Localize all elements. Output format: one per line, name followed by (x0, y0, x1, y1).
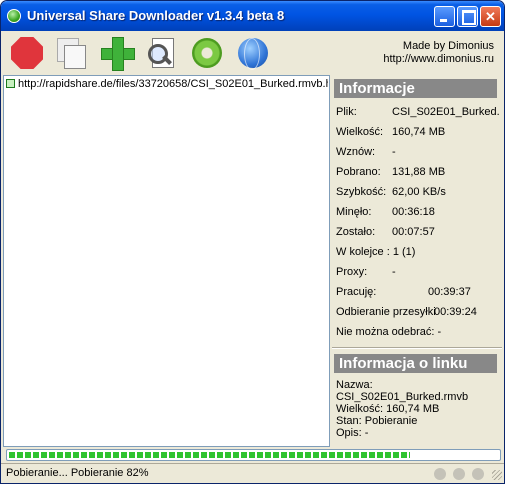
download-row[interactable]: http://rapidshare.de/files/33720658/CSI_… (6, 77, 328, 91)
app-icon[interactable] (7, 9, 21, 23)
maximize-icon (462, 10, 476, 25)
maximize-button[interactable] (457, 6, 478, 27)
document-search-button[interactable] (146, 36, 180, 70)
divider-highlight (332, 348, 502, 349)
credits-url[interactable]: http://www.dimonius.ru (383, 53, 494, 66)
download-status-icon (6, 79, 15, 88)
network-icon[interactable] (453, 468, 465, 480)
link-name-label: Nazwa: (336, 379, 373, 391)
info-value-receiving: 00:39:24 (434, 306, 477, 318)
download-url: http://rapidshare.de/files/33720658/CSI_… (18, 78, 328, 90)
toolbar: Made by Dimonius http://www.dimonius.ru (1, 32, 504, 74)
info-panel: Informacje Plik: CSI_S02E01_Burked. Wiel… (332, 75, 502, 447)
copy-button[interactable] (55, 36, 89, 70)
minimize-icon (440, 19, 447, 22)
settings-button[interactable] (190, 36, 224, 70)
download-list[interactable]: http://rapidshare.de/files/33720658/CSI_… (3, 75, 330, 447)
info-label-size: Wielkość: (336, 126, 384, 138)
info-label-receiving: Odbieranie przesyłki (336, 306, 436, 318)
info-value-downloaded: 131,88 MB (392, 166, 446, 178)
info-label-remaining: Zostało: (336, 226, 376, 238)
close-button[interactable]: ✕ (480, 6, 501, 27)
app-window: Universal Share Downloader v1.3.4 beta 8… (0, 0, 505, 484)
info-value-resume: - (392, 146, 396, 158)
credits: Made by Dimonius http://www.dimonius.ru (383, 40, 494, 66)
copy-icon-front (64, 45, 86, 69)
add-button[interactable] (100, 36, 135, 71)
tools-icon[interactable] (434, 468, 446, 480)
info-label-resume: Wznów: (336, 146, 376, 158)
info-value-proxy: - (392, 266, 396, 278)
link-description: Opis: - (336, 427, 369, 439)
globe-meridian (244, 38, 260, 70)
window-title: Universal Share Downloader v1.3.4 beta 8 (27, 8, 285, 23)
settings-gear-icon (192, 38, 222, 68)
download-progress-bar (6, 449, 501, 461)
stop-button[interactable] (10, 36, 44, 70)
add-icon-center (113, 49, 123, 59)
title-bar[interactable]: Universal Share Downloader v1.3.4 beta 8… (1, 1, 504, 31)
close-icon: ✕ (485, 9, 496, 24)
info-label-file: Plik: (336, 106, 357, 118)
info-label-speed: Szybkość: (336, 186, 387, 198)
info-label-working: Pracuję: (336, 286, 377, 298)
info-label-elapsed: Minęło: (336, 206, 372, 218)
info-label-downloaded: Pobrano: (336, 166, 381, 178)
info-value-file: CSI_S02E01_Burked. (392, 106, 500, 118)
minimize-button[interactable] (434, 6, 455, 27)
progress-fill (9, 452, 410, 458)
resize-grip[interactable] (492, 470, 502, 480)
link-size: Wielkość: 160,74 MB (336, 403, 440, 415)
credits-author: Made by Dimonius (402, 40, 494, 52)
info-value-remaining: 00:07:57 (392, 226, 435, 238)
info-header: Informacje (334, 79, 497, 98)
info-label-queue: W kolejce : 1 (1) (336, 246, 416, 258)
info-label-proxy: Proxy: (336, 266, 368, 278)
info-label-cannot-receive: Nie można odebrać: - (336, 326, 442, 338)
link-state: Stan: Pobieranie (336, 415, 418, 427)
stop-icon (11, 37, 43, 69)
info-value-working: 00:39:37 (428, 286, 471, 298)
status-bar: Pobieranie... Pobieranie 82% (1, 463, 504, 483)
link-name-value: CSI_S02E01_Burked.rmvb (336, 391, 469, 403)
status-indicator-icon[interactable] (472, 468, 484, 480)
info-value-elapsed: 00:36:18 (392, 206, 435, 218)
web-button[interactable] (236, 36, 270, 70)
info-value-speed: 62,00 KB/s (392, 186, 446, 198)
link-info-header: Informacja o linku (334, 354, 497, 373)
info-value-size: 160,74 MB (392, 126, 446, 138)
status-text: Pobieranie... Pobieranie 82% (6, 467, 149, 479)
